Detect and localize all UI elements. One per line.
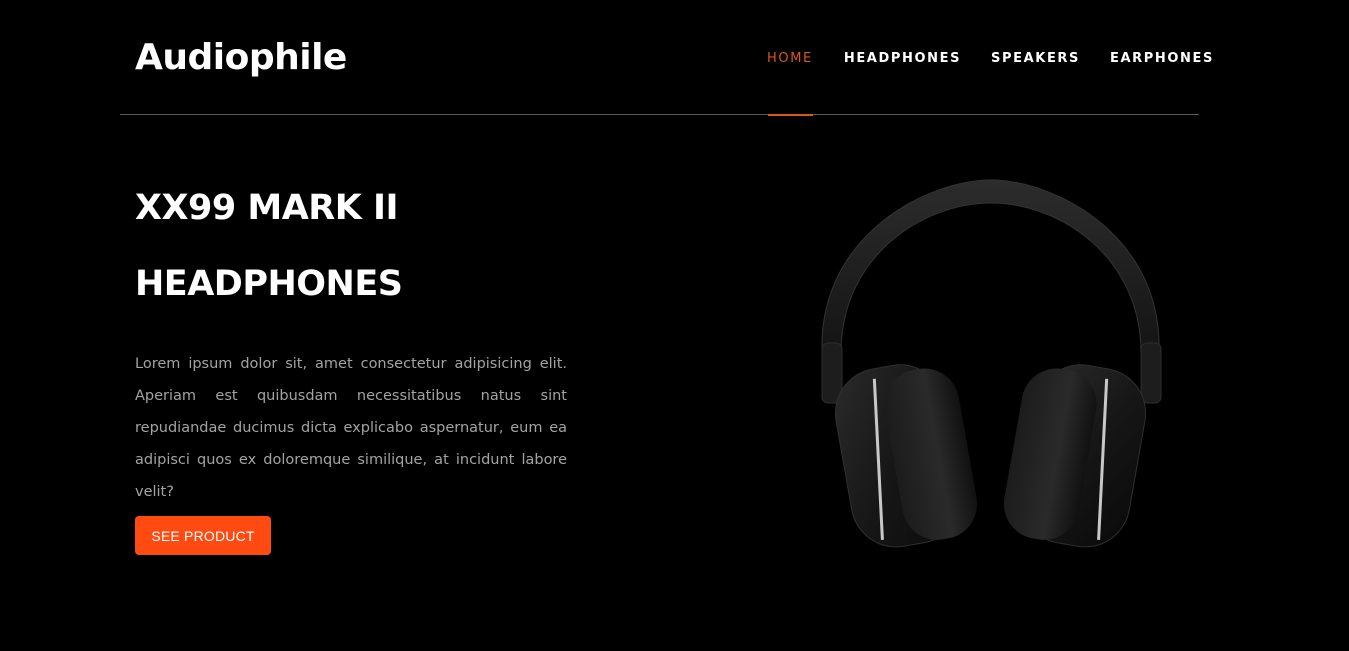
page: Audiophile HOME HEADPHONES SPEAKERS EARP… bbox=[0, 0, 1349, 651]
nav-item-earphones[interactable]: EARPHONES bbox=[1110, 49, 1214, 69]
see-product-button[interactable]: SEE PRODUCT bbox=[135, 516, 271, 555]
hero-title-line-1: XX99 MARK II bbox=[135, 188, 399, 228]
nav-item-speakers[interactable]: SPEAKERS bbox=[991, 49, 1080, 69]
product-image bbox=[808, 175, 1173, 565]
main-nav: HOME HEADPHONES SPEAKERS EARPHONES bbox=[767, 49, 1214, 69]
headphones-icon bbox=[821, 179, 1162, 548]
brand-logo[interactable]: Audiophile bbox=[135, 36, 347, 80]
header-divider bbox=[120, 114, 1199, 115]
nav-item-home[interactable]: HOME bbox=[767, 49, 813, 69]
hero-title-line-2: HEADPHONES bbox=[135, 264, 403, 304]
nav-item-headphones[interactable]: HEADPHONES bbox=[844, 49, 961, 69]
hero-description: Lorem ipsum dolor sit, amet consectetur … bbox=[135, 356, 567, 500]
nav-active-indicator bbox=[768, 114, 813, 116]
hero-title: XX99 MARK II HEADPHONES bbox=[135, 170, 695, 322]
